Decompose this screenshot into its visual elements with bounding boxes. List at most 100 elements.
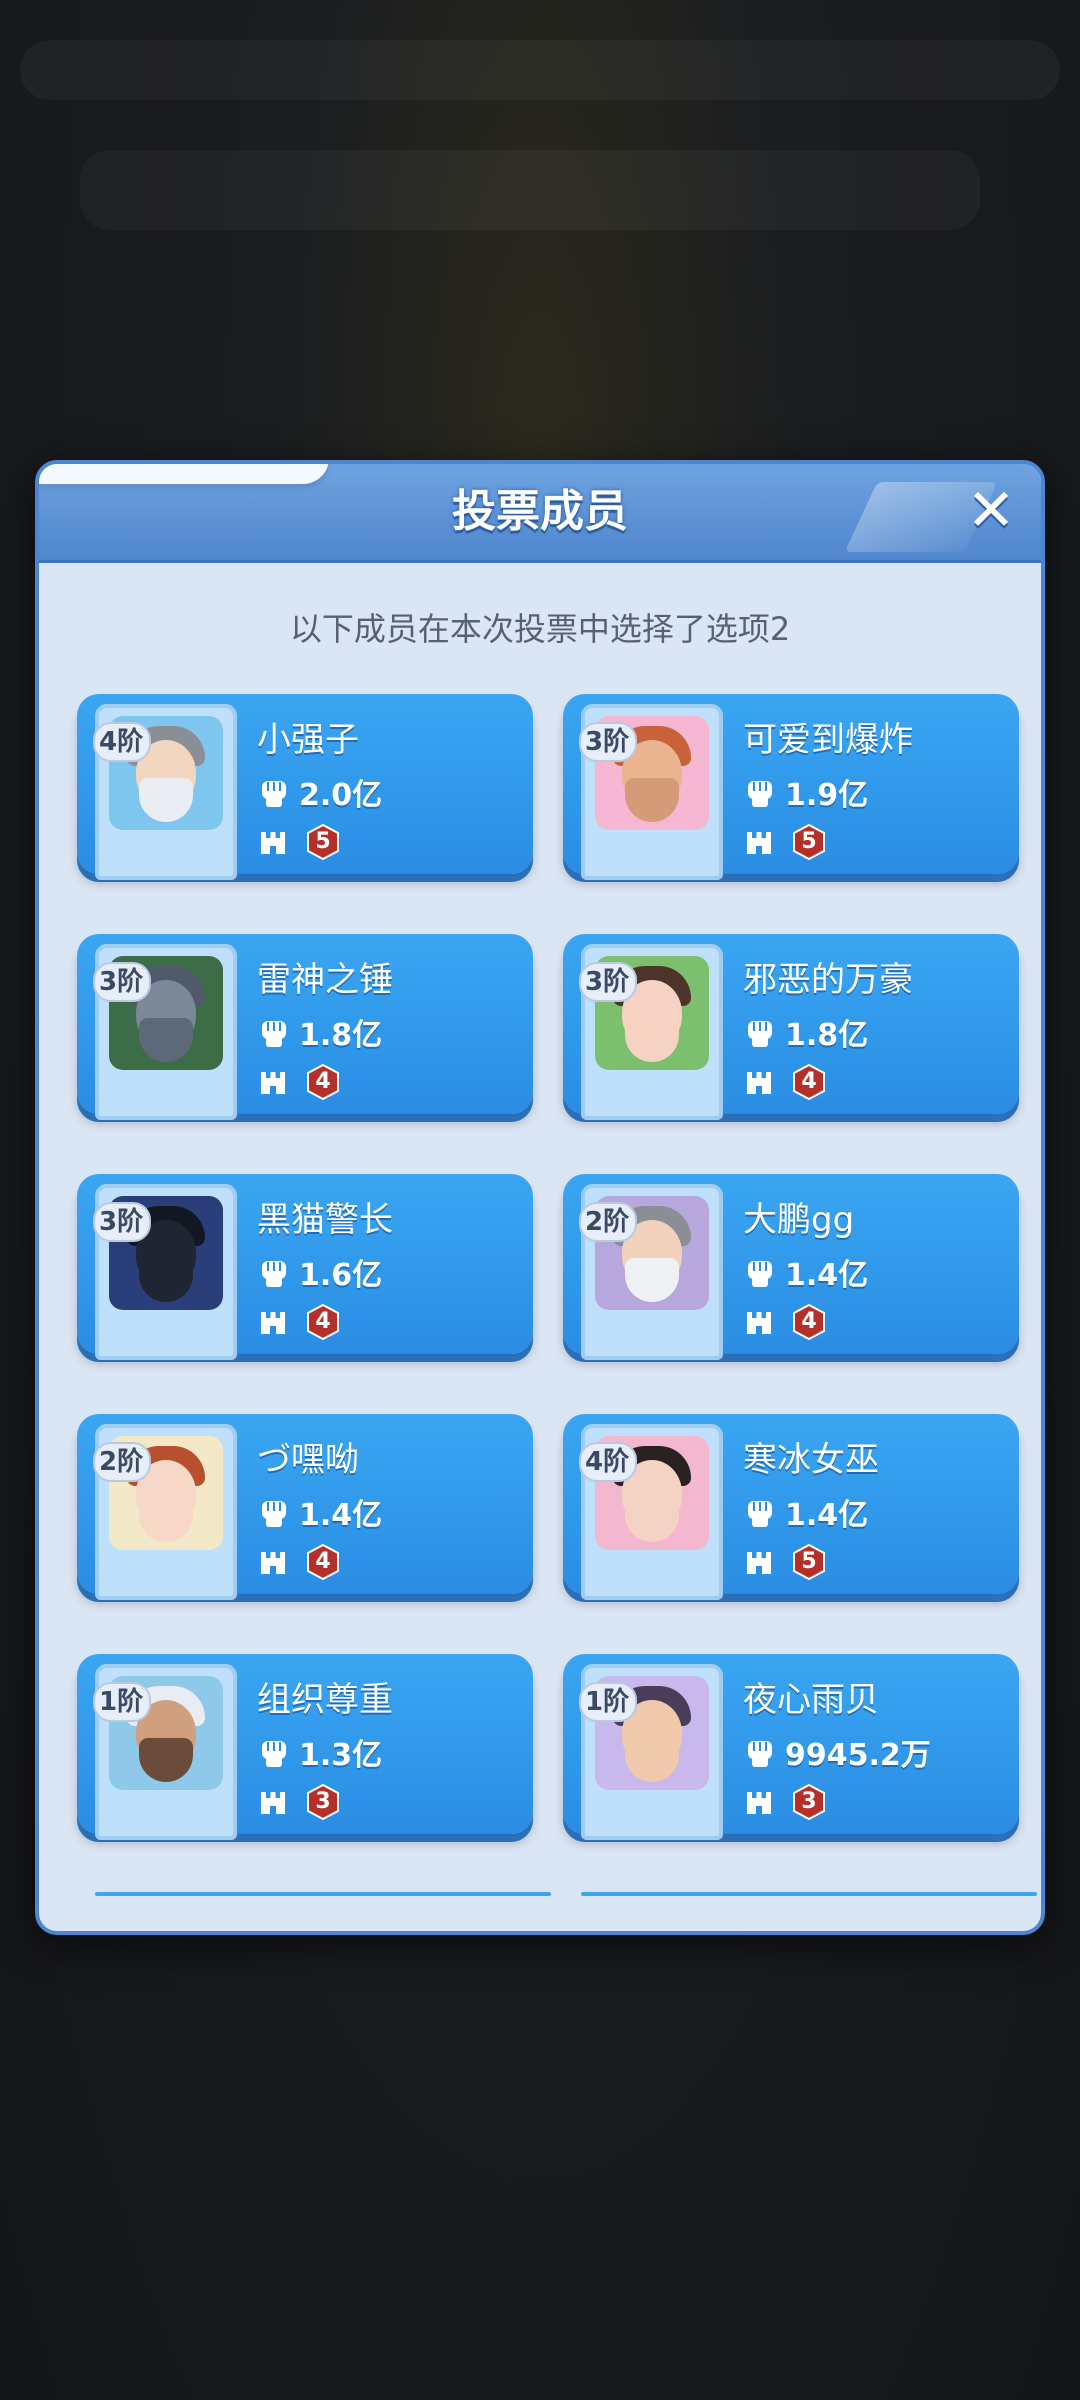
dialog-subtitle: 以下成员在本次投票中选择了选项2	[289, 610, 791, 648]
avatar-frame: 2阶	[579, 1184, 723, 1360]
level-badge: 4	[305, 1303, 341, 1341]
power-value: 1.8亿	[785, 1018, 869, 1053]
level-badge: 5	[791, 823, 827, 861]
power-value: 1.8亿	[299, 1018, 383, 1053]
castle-icon	[743, 826, 775, 858]
castle-row: 4	[257, 1542, 341, 1582]
close-icon[interactable]: ✕	[961, 480, 1021, 540]
castle-row: 4	[743, 1302, 827, 1342]
castle-icon	[257, 826, 289, 858]
castle-row: 4	[743, 1062, 827, 1102]
background-blur	[20, 40, 1060, 100]
fist-icon	[257, 1255, 291, 1289]
castle-row: 3	[743, 1782, 827, 1822]
fist-icon	[257, 1735, 291, 1769]
fist-icon	[743, 1015, 777, 1049]
castle-icon	[257, 1066, 289, 1098]
level-number: 4	[801, 1309, 817, 1334]
power-value: 1.4亿	[299, 1498, 383, 1533]
power-value: 2.0亿	[299, 778, 383, 813]
avatar-beard	[625, 1738, 679, 1782]
level-number: 4	[801, 1069, 817, 1094]
avatar-beard	[139, 1498, 193, 1542]
fist-icon	[257, 1495, 291, 1529]
partial-card-edge	[95, 1892, 551, 1896]
member-card[interactable]: 2阶 づ嘿呦 1.4亿 4	[77, 1414, 533, 1604]
member-card[interactable]: 4阶 寒冰女巫 1.4亿 5	[563, 1414, 1019, 1604]
rank-badge: 1阶	[579, 1682, 638, 1722]
power-value: 1.3亿	[299, 1738, 383, 1773]
member-name: づ嘿呦	[257, 1440, 359, 1480]
avatar-frame: 1阶	[93, 1664, 237, 1840]
avatar-beard	[625, 1258, 679, 1302]
castle-row: 4	[257, 1062, 341, 1102]
member-name: 黑猫警长	[257, 1200, 393, 1240]
level-number: 5	[801, 1549, 817, 1574]
member-name: 寒冰女巫	[743, 1440, 879, 1480]
rank-badge: 1阶	[93, 1682, 152, 1722]
power-value: 1.6亿	[299, 1258, 383, 1293]
member-card[interactable]: 4阶 小强子 2.0亿 5	[77, 694, 533, 884]
fist-icon	[743, 1255, 777, 1289]
level-number: 3	[801, 1789, 817, 1814]
member-card[interactable]: 1阶 夜心雨贝 9945.2万 3	[563, 1654, 1019, 1844]
level-badge: 4	[791, 1063, 827, 1101]
rank-badge: 3阶	[93, 962, 152, 1002]
fist-icon	[743, 1735, 777, 1769]
fist-icon	[257, 775, 291, 809]
level-number: 4	[315, 1069, 331, 1094]
fist-icon	[743, 1495, 777, 1529]
avatar-beard	[625, 1018, 679, 1062]
level-number: 5	[801, 829, 817, 854]
rank-badge: 3阶	[579, 962, 638, 1002]
level-badge: 3	[305, 1783, 341, 1821]
avatar-beard	[139, 1258, 193, 1302]
avatar-frame: 1阶	[579, 1664, 723, 1840]
member-name: 大鹏gg	[743, 1200, 855, 1240]
power-row: 1.9亿	[743, 772, 869, 813]
castle-icon	[743, 1786, 775, 1818]
castle-icon	[743, 1546, 775, 1578]
castle-icon	[743, 1066, 775, 1098]
castle-row: 3	[257, 1782, 341, 1822]
fist-icon	[257, 1015, 291, 1049]
power-value: 1.4亿	[785, 1498, 869, 1533]
power-value: 1.4亿	[785, 1258, 869, 1293]
background-blur	[80, 150, 980, 230]
member-card[interactable]: 3阶 可爱到爆炸 1.9亿 5	[563, 694, 1019, 884]
vote-members-dialog: 投票成员 ✕ 以下成员在本次投票中选择了选项2 4阶 小强子 2.0亿 5 3阶 可爱到…	[35, 460, 1045, 1935]
power-row: 1.8亿	[257, 1012, 383, 1053]
power-row: 2.0亿	[257, 772, 383, 813]
castle-row: 5	[257, 822, 341, 862]
member-card[interactable]: 3阶 黑猫警长 1.6亿 4	[77, 1174, 533, 1364]
power-row: 1.3亿	[257, 1732, 383, 1773]
member-card[interactable]: 3阶 雷神之锤 1.8亿 4	[77, 934, 533, 1124]
member-card[interactable]: 2阶 大鹏gg 1.4亿 4	[563, 1174, 1019, 1364]
power-row: 1.4亿	[743, 1492, 869, 1533]
level-badge: 4	[305, 1543, 341, 1581]
rank-badge: 4阶	[93, 722, 152, 762]
level-badge: 4	[791, 1303, 827, 1341]
castle-icon	[257, 1546, 289, 1578]
avatar-beard	[139, 778, 193, 822]
avatar-beard	[625, 778, 679, 822]
castle-row: 5	[743, 822, 827, 862]
level-number: 4	[315, 1549, 331, 1574]
castle-icon	[743, 1306, 775, 1338]
power-value: 1.9亿	[785, 778, 869, 813]
avatar-frame: 3阶	[579, 944, 723, 1120]
avatar-beard	[625, 1498, 679, 1542]
castle-row: 4	[257, 1302, 341, 1342]
level-badge: 4	[305, 1063, 341, 1101]
avatar-frame: 3阶	[93, 1184, 237, 1360]
avatar-frame: 4阶	[93, 704, 237, 880]
power-row: 1.8亿	[743, 1012, 869, 1053]
castle-icon	[257, 1786, 289, 1818]
member-card[interactable]: 3阶 邪恶的万豪 1.8亿 4	[563, 934, 1019, 1124]
rank-badge: 2阶	[579, 1202, 638, 1242]
castle-icon	[257, 1306, 289, 1338]
member-card[interactable]: 1阶 组织尊重 1.3亿 3	[77, 1654, 533, 1844]
rank-badge: 3阶	[579, 722, 638, 762]
member-name: 邪恶的万豪	[743, 960, 913, 1000]
avatar-frame: 2阶	[93, 1424, 237, 1600]
